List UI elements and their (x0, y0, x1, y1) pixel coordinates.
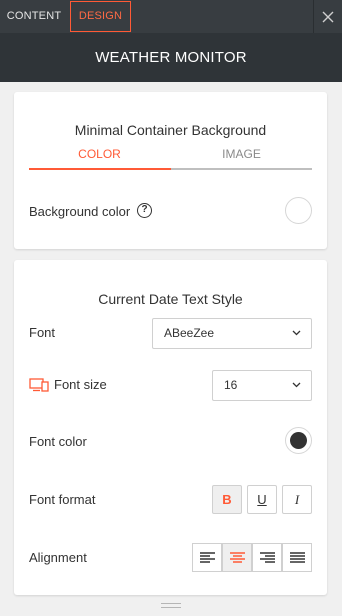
align-center-icon (230, 552, 245, 563)
font-select-value: ABeeZee (164, 326, 215, 340)
bold-button[interactable]: B (212, 485, 242, 514)
tab-design[interactable]: DESIGN (70, 1, 131, 32)
alignment-label: Alignment (29, 550, 87, 565)
font-size-select[interactable]: 16 (212, 370, 312, 401)
align-left-icon (200, 552, 215, 563)
resize-handle[interactable] (0, 596, 342, 616)
chevron-down-icon (292, 382, 301, 388)
background-color-swatch[interactable] (285, 197, 312, 224)
underline-button[interactable]: U (247, 485, 277, 514)
align-left-button[interactable] (192, 543, 222, 572)
chevron-down-icon (292, 330, 301, 336)
section-title: Current Date Text Style (98, 291, 243, 307)
panel-title: WEATHER MONITOR (95, 49, 247, 66)
subtab-color[interactable]: COLOR (29, 147, 170, 161)
font-color-label: Font color (29, 434, 87, 449)
align-justify-button[interactable] (282, 543, 312, 572)
panel-header: WEATHER MONITOR (0, 33, 342, 82)
subtab-image[interactable]: IMAGE (171, 147, 312, 161)
text-style-card: Current Date Text Style Font ABeeZee Fon… (14, 260, 327, 595)
background-settings-card: Minimal Container Background COLOR IMAGE… (14, 92, 327, 249)
align-right-icon (260, 552, 275, 563)
font-size-label: Font size (54, 377, 107, 392)
subtab-active-indicator (29, 168, 171, 170)
alignment-button-group (192, 543, 312, 572)
align-right-button[interactable] (252, 543, 282, 572)
tab-content[interactable]: CONTENT (0, 1, 68, 32)
align-justify-icon (290, 552, 305, 563)
font-select[interactable]: ABeeZee (152, 318, 312, 349)
device-size-icon (29, 378, 49, 392)
help-icon[interactable]: ? (137, 203, 152, 218)
align-center-button[interactable] (222, 543, 252, 572)
resize-grip-icon (161, 603, 181, 608)
background-subtabs: COLOR IMAGE (29, 147, 312, 171)
close-icon (322, 11, 334, 23)
font-label: Font (29, 325, 56, 340)
font-color-swatch[interactable] (285, 427, 312, 454)
subtab-divider (171, 168, 312, 170)
top-tab-bar: CONTENT DESIGN (0, 0, 342, 33)
background-color-label: Background color (29, 204, 131, 219)
italic-button[interactable]: I (282, 485, 312, 514)
font-format-label: Font format (29, 492, 96, 507)
font-size-select-value: 16 (224, 378, 238, 392)
close-button[interactable] (313, 0, 342, 33)
section-title: Minimal Container Background (74, 122, 267, 138)
